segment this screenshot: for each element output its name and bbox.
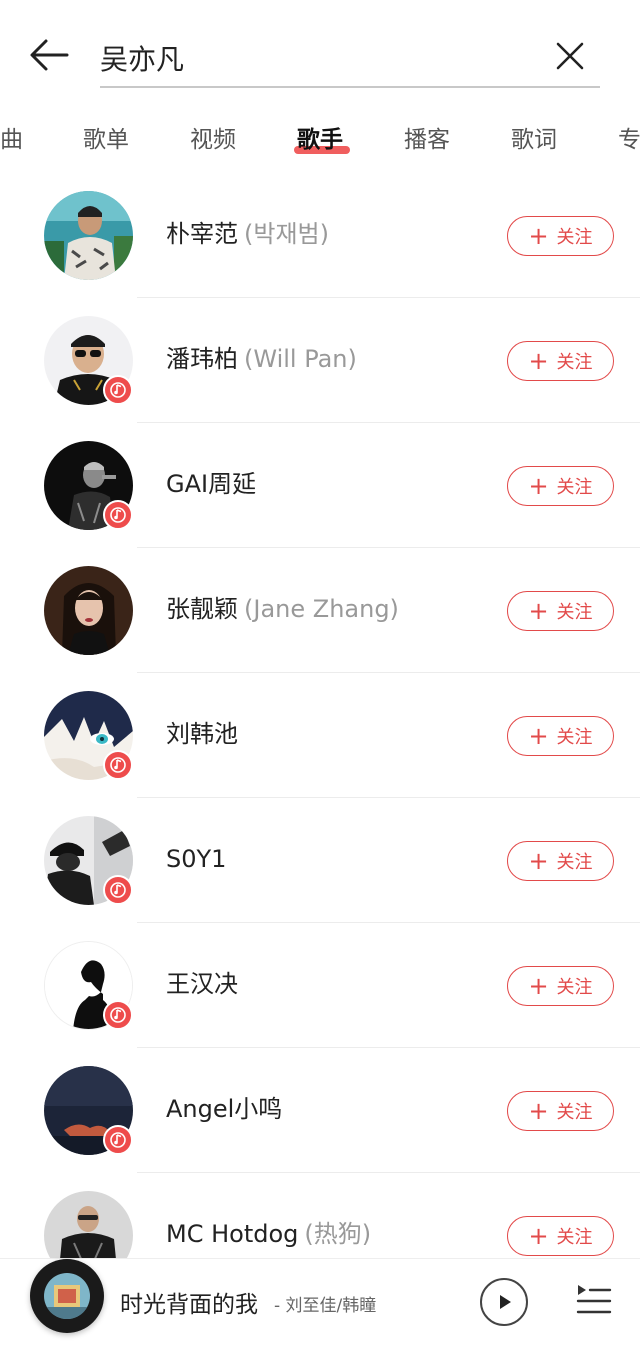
plus-icon: +	[528, 472, 549, 500]
artist-name-line: Angel小鸣	[166, 1092, 288, 1126]
back-button[interactable]	[26, 34, 72, 76]
follow-label: 关注	[556, 602, 593, 623]
music-note-icon	[103, 1000, 133, 1030]
follow-button[interactable]: + 关注	[507, 1091, 614, 1131]
artist-name: GAI周延	[166, 470, 257, 498]
list-item[interactable]: 张靓颖 (Jane Zhang) + 关注	[0, 548, 640, 673]
plus-icon: +	[528, 1097, 549, 1125]
tab-videos[interactable]: 视频	[190, 120, 236, 154]
follow-label: 关注	[556, 727, 593, 748]
plus-icon: +	[528, 722, 549, 750]
follow-label: 关注	[556, 352, 593, 373]
playlist-icon	[576, 1285, 612, 1314]
avatar	[44, 566, 133, 655]
search-field	[100, 30, 600, 88]
artist-list: 朴宰范 (박재범) + 关注 潘玮柏 (Will Pan) + 关注 GAI周延…	[0, 173, 640, 1298]
artist-name-line: MC Hotdog (热狗)	[166, 1217, 371, 1251]
artist-alias: (Jane Zhang)	[244, 595, 399, 623]
plus-icon: +	[528, 222, 549, 250]
follow-button[interactable]: + 关注	[507, 716, 614, 756]
list-item[interactable]: 刘韩池 + 关注	[0, 673, 640, 798]
plus-icon: +	[528, 597, 549, 625]
artist-name-line: 刘韩池	[166, 717, 244, 751]
category-tabs: 曲 歌单 视频 歌手 播客 歌词 专	[0, 110, 640, 166]
list-item[interactable]: GAI周延 + 关注	[0, 423, 640, 548]
list-item[interactable]: S0Y1 + 关注	[0, 798, 640, 923]
search-header	[0, 0, 640, 110]
artist-name-line: 朴宰范 (박재범)	[166, 217, 329, 251]
plus-icon: +	[528, 1222, 549, 1250]
artist-name-line: 王汉决	[166, 967, 244, 1001]
play-button[interactable]	[480, 1278, 528, 1326]
follow-label: 关注	[556, 852, 593, 873]
follow-label: 关注	[556, 1227, 593, 1248]
clear-button[interactable]	[552, 38, 588, 74]
follow-button[interactable]: + 关注	[507, 466, 614, 506]
artist-name: 王汉决	[166, 970, 238, 998]
music-note-icon	[103, 750, 133, 780]
list-item[interactable]: 潘玮柏 (Will Pan) + 关注	[0, 298, 640, 423]
follow-button[interactable]: + 关注	[507, 216, 614, 256]
follow-button[interactable]: + 关注	[507, 591, 614, 631]
follow-button[interactable]: + 关注	[507, 966, 614, 1006]
artist-name: 潘玮柏	[166, 345, 238, 373]
follow-button[interactable]: + 关注	[507, 841, 614, 881]
artist-alias: (Will Pan)	[244, 345, 357, 373]
follow-label: 关注	[556, 1102, 593, 1123]
list-item[interactable]: 朴宰范 (박재범) + 关注	[0, 173, 640, 298]
artist-alias: (박재범)	[244, 220, 329, 248]
album-cover	[44, 1273, 90, 1319]
follow-button[interactable]: + 关注	[507, 1216, 614, 1256]
plus-icon: +	[528, 972, 549, 1000]
album-disc[interactable]	[30, 1259, 104, 1333]
follow-label: 关注	[556, 977, 593, 998]
playlist-button[interactable]	[574, 1281, 612, 1321]
tab-playlists[interactable]: 歌单	[83, 120, 129, 154]
tab-songs[interactable]: 曲	[0, 120, 23, 154]
close-icon	[556, 42, 584, 70]
artist-name: 刘韩池	[166, 720, 238, 748]
artist-name: 张靓颖	[166, 595, 238, 623]
list-item[interactable]: Angel小鸣 + 关注	[0, 1048, 640, 1173]
follow-button[interactable]: + 关注	[507, 341, 614, 381]
tab-artists[interactable]: 歌手	[297, 120, 343, 154]
artist-name: S0Y1	[166, 845, 227, 873]
list-item[interactable]: 王汉决 + 关注	[0, 923, 640, 1048]
song-title: 时光背面的我	[120, 1292, 258, 1318]
artist-name: MC Hotdog	[166, 1220, 299, 1248]
tab-albums[interactable]: 专	[618, 120, 640, 154]
artist-name-line: GAI周延	[166, 467, 262, 501]
music-note-icon	[103, 875, 133, 905]
artist-alias: (热狗)	[304, 1220, 372, 1248]
arrow-left-icon	[30, 39, 69, 71]
avatar	[44, 191, 133, 280]
music-note-icon	[103, 1125, 133, 1155]
play-icon	[500, 1295, 511, 1309]
plus-icon: +	[528, 847, 549, 875]
music-note-icon	[103, 500, 133, 530]
plus-icon: +	[528, 347, 549, 375]
artist-name-line: 张靓颖 (Jane Zhang)	[166, 592, 399, 626]
follow-label: 关注	[556, 227, 593, 248]
artist-name-line: 潘玮柏 (Will Pan)	[166, 342, 357, 376]
artist-name: Angel小鸣	[166, 1095, 283, 1123]
follow-label: 关注	[556, 477, 593, 498]
music-note-icon	[103, 375, 133, 405]
search-input[interactable]	[100, 36, 530, 80]
tab-lyrics[interactable]: 歌词	[511, 120, 557, 154]
artist-name-line: S0Y1	[166, 842, 232, 876]
mini-player[interactable]: 时光背面的我 - 刘至佳/韩瞳	[0, 1258, 640, 1357]
song-artist: - 刘至佳/韩瞳	[274, 1296, 377, 1316]
tab-podcasts[interactable]: 播客	[404, 120, 450, 154]
artist-name: 朴宰范	[166, 220, 238, 248]
